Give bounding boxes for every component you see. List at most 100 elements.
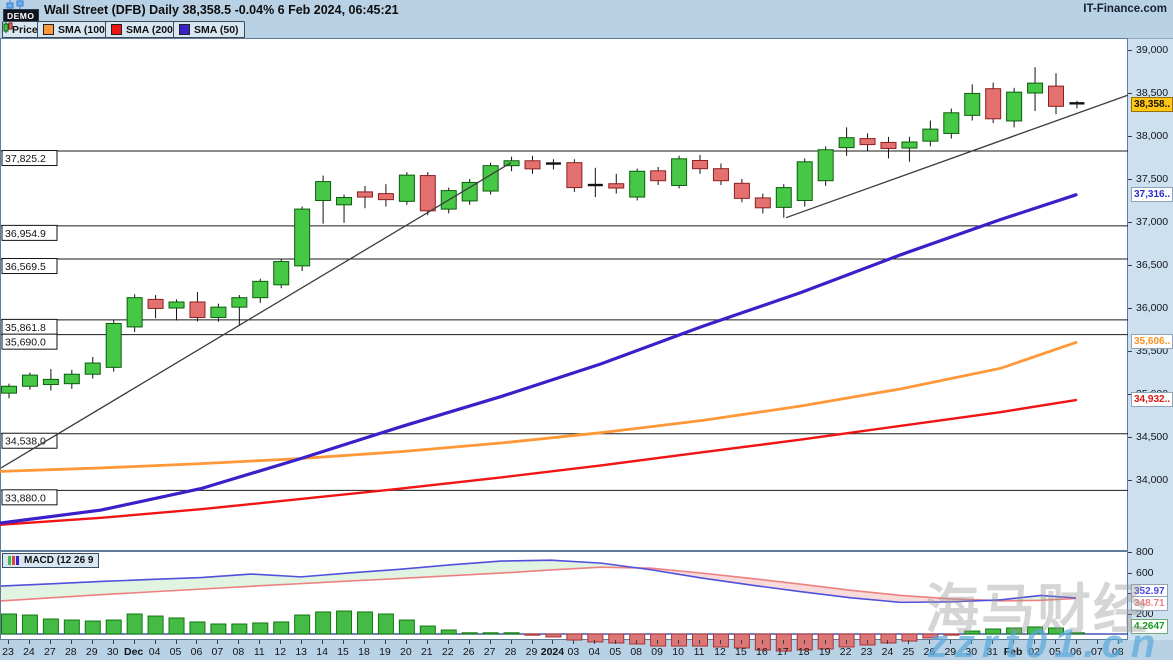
macd-hist-up[interactable] [357,612,372,634]
candle-up[interactable] [22,375,37,386]
macd-hist-up[interactable] [986,629,1001,634]
candle-down[interactable] [567,163,582,188]
candle-up[interactable] [64,374,79,383]
macd-hist-up[interactable] [1069,633,1084,634]
macd-hist-up[interactable] [504,633,519,634]
macd-hist-up[interactable] [2,614,17,634]
candle-up[interactable] [295,209,310,266]
tab-sma50[interactable]: SMA (50) [173,21,245,38]
macd-hist-up[interactable] [316,612,331,634]
time-tick [343,640,344,644]
candle-down[interactable] [860,139,875,145]
candle-up[interactable] [839,138,854,148]
candle-up[interactable] [797,162,812,201]
candle-up[interactable] [253,281,268,297]
candle-down[interactable] [357,192,372,197]
time-tick [29,640,30,644]
macd-hist-up[interactable] [441,630,456,634]
axis-tick [1128,265,1132,266]
candle-up[interactable] [965,93,980,115]
macd-hist-up[interactable] [399,620,414,634]
macd-hist-down[interactable] [525,634,540,635]
candle-up[interactable] [274,262,289,285]
time-tick [594,640,595,644]
macd-hist-up[interactable] [211,624,226,634]
macd-hist-up[interactable] [1028,627,1043,634]
macd-hist-up[interactable] [1007,628,1022,634]
candle-up[interactable] [902,142,917,148]
candle-down[interactable] [1049,86,1064,106]
macd-hist-up[interactable] [1049,628,1064,634]
macd-hist-up[interactable] [127,614,142,634]
candle-up[interactable] [43,379,58,384]
candle-down[interactable] [651,171,666,181]
macd-hist-up[interactable] [232,624,247,634]
time-tick [490,640,491,644]
macd-hist-up[interactable] [85,621,100,634]
candle-down[interactable] [881,142,896,148]
price-axis[interactable]: 39,00038,50038,00037,50037,00036,50036,0… [1128,38,1173,640]
candle-up[interactable] [630,171,645,197]
macd-chart[interactable] [1,552,1129,641]
macd-hist-up[interactable] [106,620,121,634]
candle-down[interactable] [734,183,749,198]
sma200-line[interactable] [1,400,1076,525]
candle-up[interactable] [85,363,100,374]
candle-down[interactable] [713,169,728,181]
macd-pane[interactable]: MACD (12 26 9 [0,551,1128,640]
macd-hist-up[interactable] [148,616,163,634]
candle-up[interactable] [211,307,226,317]
sma100-line[interactable] [1,342,1076,471]
macd-hist-up[interactable] [420,626,435,634]
candle-down[interactable] [755,198,770,208]
macd-hist-up[interactable] [190,622,205,634]
candle-up[interactable] [169,302,184,308]
macd-hist-up[interactable] [253,623,268,634]
candle-up[interactable] [399,175,414,201]
tab-sma200[interactable]: SMA (200) [105,21,182,38]
macd-hist-up[interactable] [43,619,58,634]
macd-hist-up[interactable] [462,633,477,634]
candle-down[interactable] [148,299,163,308]
candle-up[interactable] [127,298,142,327]
macd-hist-up[interactable] [274,622,289,634]
time-axis[interactable]: 232427282930Dec0405060708111213141518192… [0,640,1173,660]
candle-up[interactable] [232,298,247,307]
candle-up[interactable] [1028,83,1043,93]
macd-hist-down[interactable] [923,634,938,638]
tab-sma100[interactable]: SMA (100) [37,21,114,38]
candle-down[interactable] [420,176,435,211]
macd-hist-up[interactable] [483,633,498,634]
price-chart-pane[interactable]: 37,825.236,954.936,569.535,861.835,690.0… [0,38,1128,551]
candlestick-chart[interactable]: 37,825.236,954.936,569.535,861.835,690.0… [1,39,1129,552]
macd-hist-down[interactable] [546,634,561,637]
candle-up[interactable] [1007,92,1022,121]
candle-up[interactable] [106,323,121,367]
macd-hist-up[interactable] [22,615,37,634]
candle-up[interactable] [944,113,959,134]
macd-hist-up[interactable] [295,615,310,634]
candle-up[interactable] [462,182,477,200]
macd-legend[interactable]: MACD (12 26 9 [2,553,99,568]
candle-up[interactable] [818,150,833,181]
macd-hist-up[interactable] [169,618,184,634]
candle-down[interactable] [378,194,393,200]
site-link[interactable]: IT-Finance.com [1083,3,1167,15]
candle-up[interactable] [2,386,17,393]
trendline[interactable] [1,163,511,468]
macd-hist-up[interactable] [965,631,980,634]
candle-up[interactable] [923,129,938,141]
macd-hist-up[interactable] [337,611,352,634]
candle-down[interactable] [609,184,624,188]
macd-hist-up[interactable] [64,620,79,634]
candle-up[interactable] [672,159,687,186]
candle-down[interactable] [986,89,1001,119]
macd-hist-up[interactable] [378,614,393,634]
candle-up[interactable] [776,188,791,208]
candle-up[interactable] [337,197,352,204]
macd-hist-down[interactable] [944,634,959,635]
candle-down[interactable] [190,302,205,317]
candle-up[interactable] [316,182,331,201]
candle-down[interactable] [693,161,708,169]
candle-down[interactable] [525,161,540,169]
